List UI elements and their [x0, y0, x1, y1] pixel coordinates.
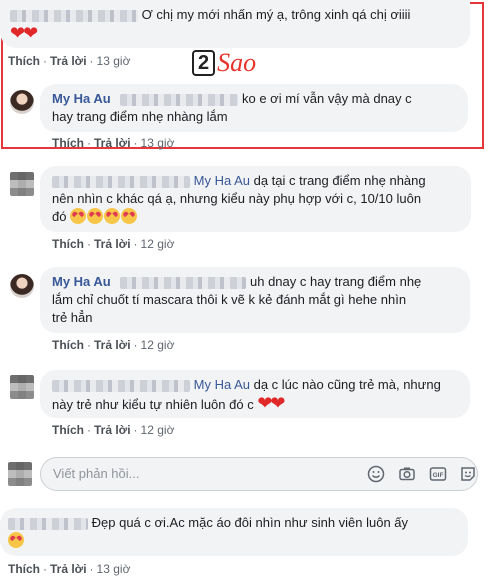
comment-bubble: My Ha Au ko e ơi mí vẫn vậy mà dnay c ha… — [40, 84, 468, 132]
avatar[interactable] — [10, 375, 34, 399]
comment-text: đó — [52, 209, 67, 224]
sticker-icon[interactable] — [459, 465, 477, 483]
like-link[interactable]: Thích — [52, 423, 84, 437]
reply-link[interactable]: Trả lời — [50, 54, 87, 68]
like-link[interactable]: Thích — [52, 136, 84, 150]
comment-bubble: My Ha Au uh dnay c hay trang điểm nhẹ lắ… — [40, 267, 470, 333]
comment-text: này trẻ như kiểu tự nhiên luôn đó c — [52, 397, 254, 412]
reply-link[interactable]: Trả lời — [94, 136, 131, 150]
blurred-author-name — [8, 517, 88, 530]
like-link[interactable]: Thích — [8, 562, 40, 576]
reply-link[interactable]: Trả lời — [94, 338, 131, 352]
comment-text: uh dnay c hay trang điểm nhẹ — [250, 274, 422, 289]
comment-bubble: My Ha Au dạ tại c trang điểm nhẹ nhàng n… — [40, 166, 471, 232]
comment-text: Ơ chị my mới nhấn mý ạ, trông xinh qá ch… — [141, 7, 411, 22]
like-link[interactable]: Thích — [52, 338, 84, 352]
comment-text: Đẹp quá c ơi.Ac mặc áo đôi nhìn như sinh… — [91, 515, 409, 530]
blurred-mention — [120, 93, 239, 106]
comment-time[interactable]: 12 giờ — [141, 237, 175, 251]
heart-emoji: ❤❤ — [10, 23, 38, 43]
comment-time[interactable]: 12 giờ — [141, 423, 175, 437]
emoji-icon[interactable] — [367, 465, 385, 483]
reply-input[interactable]: Viết phản hồi... GIF — [40, 457, 478, 491]
comment-actions: Thích · Trả lời · 12 giờ — [52, 338, 175, 352]
gif-icon[interactable]: GIF — [429, 465, 447, 483]
mention-link[interactable]: My Ha Au — [194, 377, 250, 392]
watermark-digit: 2 — [192, 50, 216, 76]
reply-link[interactable]: Trả lời — [94, 423, 131, 437]
comment-text: nên nhìn c khác qá ạ, nhưng kiểu này phụ… — [52, 191, 422, 206]
smiling-face-hearts-icon — [70, 208, 87, 224]
current-user-avatar — [8, 462, 32, 486]
reply-link[interactable]: Trả lời — [50, 562, 87, 576]
author-name[interactable]: My Ha Au — [52, 91, 111, 106]
comment-bubble: Ơ chị my mới nhấn mý ạ, trông xinh qá ch… — [0, 0, 470, 48]
avatar[interactable] — [10, 90, 34, 114]
comment-text: trẻ hẳn — [52, 310, 93, 325]
smiling-face-hearts-icon — [87, 208, 104, 224]
camera-icon[interactable] — [398, 465, 416, 483]
smiling-face-hearts-icon — [121, 208, 138, 224]
blurred-author-name — [52, 175, 190, 188]
comment-time[interactable]: 13 giờ — [97, 54, 131, 68]
comment-text: dạ tại c trang điểm nhẹ nhàng — [253, 173, 426, 188]
avatar[interactable] — [10, 274, 34, 298]
comment-time[interactable]: 12 giờ — [141, 338, 175, 352]
like-link[interactable]: Thích — [8, 54, 40, 68]
mention-link[interactable]: My Ha Au — [194, 173, 250, 188]
blurred-author-name — [52, 379, 190, 392]
comment-actions: Thích · Trả lời · 13 giờ — [8, 562, 131, 576]
blurred-author-name — [10, 9, 138, 22]
comment-actions: Thích · Trả lời · 13 giờ — [8, 54, 131, 68]
comment-time[interactable]: 13 giờ — [97, 562, 131, 576]
author-name[interactable]: My Ha Au — [52, 274, 111, 289]
blurred-mention — [120, 276, 247, 289]
heart-emoji: ❤❤ — [257, 393, 285, 413]
reply-link[interactable]: Trả lời — [94, 237, 131, 251]
comment-bubble: My Ha Au dạ c lúc nào cũng trẻ mà, nhưng… — [40, 370, 470, 418]
comment-bubble: Đẹp quá c ơi.Ac mặc áo đôi nhìn như sinh… — [0, 508, 468, 556]
heart-eyes-emoji-icon — [8, 532, 24, 548]
svg-text:GIF: GIF — [433, 472, 444, 479]
comment-actions: Thích · Trả lời · 12 giờ — [52, 423, 175, 437]
reply-input-placeholder: Viết phản hồi... — [53, 466, 140, 481]
like-link[interactable]: Thích — [52, 237, 84, 251]
comment-text: lắm chỉ chuốt tí mascara thôi k vẽ k kẻ … — [52, 292, 407, 307]
comment-text: ko e ơi mí vẫn vậy mà dnay c — [242, 91, 412, 106]
comment-time[interactable]: 13 giờ — [141, 136, 175, 150]
comment-text: hay trang điểm nhẹ nhàng lắm — [52, 109, 228, 124]
comment-text: dạ c lúc nào cũng trẻ mà, nhưng — [253, 377, 441, 392]
watermark-logo: 2 Sao — [192, 48, 292, 78]
avatar[interactable] — [10, 172, 34, 196]
smiling-face-hearts-icon — [104, 208, 121, 224]
watermark-word: Sao — [217, 48, 257, 77]
comment-actions: Thích · Trả lời · 13 giờ — [52, 136, 175, 150]
comment-actions: Thích · Trả lời · 12 giờ — [52, 237, 175, 251]
heart-eyes-emoji-group — [70, 208, 138, 224]
